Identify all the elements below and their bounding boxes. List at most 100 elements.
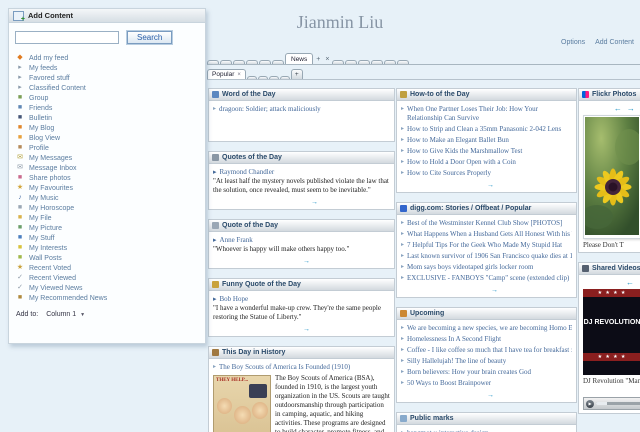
widget-header[interactable]: Quote of the Day [209, 220, 394, 232]
widget-header[interactable]: digg.com: Stories / Offbeat / Popular [397, 203, 576, 215]
play-button[interactable]: ▶ [586, 399, 594, 408]
sidebar-item[interactable]: ■ My Recommended News [16, 293, 205, 303]
howto-item-link[interactable]: ▸ When One Partner Loses Their Job: How … [401, 105, 572, 123]
digg-item-link[interactable]: ▸ What Happens When a Husband Gets All H… [401, 230, 572, 239]
add-content-link[interactable]: Add Content [595, 39, 634, 46]
upcoming-item-link[interactable]: ▸ We are becoming a new species, we are … [401, 324, 572, 333]
digg-item-link[interactable]: ▸ Best of the Westminster Kennel Club Sh… [401, 219, 572, 228]
tab[interactable] [207, 60, 219, 64]
subtab[interactable] [279, 76, 290, 79]
prev-photo-icon[interactable]: ← [614, 104, 622, 113]
flickr-photo[interactable] [581, 115, 640, 239]
sidebar-item[interactable]: ■ Bulletin [16, 113, 205, 123]
tab-news-active[interactable]: News [285, 53, 314, 64]
digg-item-link[interactable]: ▸ 7 Helpful Tips For the Geek Who Made M… [401, 241, 572, 250]
howto-item-link[interactable]: ▸ How to Hold a Door Open with a Coin [401, 158, 572, 167]
history-headline-link[interactable]: ▸ The Boy Scouts of America Is Founded (… [213, 363, 390, 372]
next-page-icon[interactable]: → [303, 325, 310, 333]
widget-header[interactable]: Upcoming [397, 308, 576, 320]
upcoming-item-link[interactable]: ▸ 50 Ways to Boost Brainpower [401, 379, 572, 388]
sidebar-item[interactable]: ■ Share photos [16, 173, 205, 183]
quote-author[interactable]: ▸ Raymond Chandler [213, 168, 390, 176]
upcoming-item-link[interactable]: ▸ Silly Hallelujah! The line of beauty [401, 357, 572, 366]
sidebar-item[interactable]: ✉ My Messages [16, 153, 205, 163]
howto-item-link[interactable]: ▸ How to Make an Elegant Ballet Bun [401, 136, 572, 145]
sidebar-item[interactable]: ■ My Horoscope [16, 203, 205, 213]
sidebar-item[interactable]: ■ Wall Posts [16, 253, 205, 263]
tab[interactable] [345, 60, 358, 64]
add-tab-icon[interactable]: + [314, 56, 322, 64]
widget-header[interactable]: Public marks [397, 413, 576, 425]
close-subtab-icon[interactable]: × [237, 72, 241, 78]
sidebar-item[interactable]: ◆ Add my feed [16, 53, 205, 63]
tab[interactable] [371, 60, 384, 64]
widget-header[interactable]: Funny Quote of the Day [209, 279, 394, 291]
search-button[interactable]: Search [125, 30, 174, 45]
howto-item-link[interactable]: ▸ How to Cite Sources Properly [401, 169, 572, 178]
sidebar-item[interactable]: ▸ Classified Content [16, 83, 205, 93]
subtab-popular-active[interactable]: Popular × [207, 69, 246, 79]
sidebar-item[interactable]: ★ Recent Voted [16, 263, 205, 273]
next-page-icon[interactable]: → [487, 391, 494, 399]
subtab[interactable] [257, 76, 268, 79]
sidebar-item[interactable]: ■ Friends [16, 103, 205, 113]
sidebar-item[interactable]: ✓ Recent Viewed [16, 273, 205, 283]
search-input[interactable] [15, 31, 119, 44]
sidebar-item[interactable]: ▸ My feeds [16, 63, 205, 73]
sidebar-item[interactable]: ■ Group [16, 93, 205, 103]
quote-author[interactable]: ▸ Anne Frank [213, 236, 390, 244]
sidebar-item[interactable]: ■ Blog View [16, 133, 205, 143]
sidebar-item[interactable]: ■ My Picture [16, 223, 205, 233]
tab[interactable] [259, 60, 271, 64]
next-photo-icon[interactable]: → [627, 104, 635, 113]
digg-item-link[interactable]: ▸ EXCLUSIVE - FANBOYS "Camp" scene (exte… [401, 274, 572, 283]
next-page-icon[interactable]: → [487, 181, 494, 189]
upcoming-item-link[interactable]: ▸ Homelessness In A Second Flight [401, 335, 572, 344]
subtab[interactable] [246, 76, 257, 79]
column-select[interactable]: Column 1 ▼ [43, 310, 88, 319]
widget-header[interactable]: This Day in History [209, 347, 394, 359]
next-page-icon[interactable]: → [491, 286, 498, 294]
sidebar-item[interactable]: ✓ My Viewed News [16, 283, 205, 293]
add-content-panel-header[interactable]: Add Content [9, 9, 205, 23]
word-of-day-item[interactable]: ▸ dragoon: Soldier; attack maliciously [213, 105, 390, 114]
sidebar-item[interactable]: ▸ Favored stuff [16, 73, 205, 83]
sidebar-item[interactable]: ✉ Message Inbox [16, 163, 205, 173]
widget-header[interactable]: Quotes of the Day [209, 152, 394, 164]
upcoming-item-link[interactable]: ▸ Born believers: How your brain creates… [401, 368, 572, 377]
subtab[interactable] [268, 76, 279, 79]
widget-header[interactable]: Flickr Photos [579, 89, 640, 101]
quote-author[interactable]: ▸ Bob Hope [213, 295, 390, 303]
tab[interactable] [246, 60, 258, 64]
tab[interactable] [332, 60, 345, 64]
tab[interactable] [220, 60, 232, 64]
tab[interactable] [272, 60, 284, 64]
tab[interactable] [397, 60, 410, 64]
close-tab-icon[interactable]: × [323, 56, 331, 64]
howto-item-link[interactable]: ▸ How to Give Kids the Marshmallow Test [401, 147, 572, 156]
digg-item-link[interactable]: ▸ Mom says boys videotaped girls locker … [401, 263, 572, 272]
sidebar-item[interactable]: ■ Profile [16, 143, 205, 153]
tab[interactable] [358, 60, 371, 64]
video-progress[interactable] [596, 402, 640, 405]
sidebar-item[interactable]: ■ My Interests [16, 243, 205, 253]
history-poster-image[interactable]: THEY HELP... [213, 375, 271, 432]
options-link[interactable]: Options [561, 39, 585, 46]
sidebar-item[interactable]: ■ My Blog [16, 123, 205, 133]
upcoming-item-link[interactable]: ▸ Coffee - I like coffee so much that I … [401, 346, 572, 355]
widget-header[interactable]: Shared Videos [579, 263, 640, 275]
video-thumbnail[interactable]: ★ ★ ★ ★ DJ REVOLUTION ★ ★ ★ ★ [583, 289, 640, 375]
sidebar-item[interactable]: ♪ My Music [16, 193, 205, 203]
add-subtab-icon[interactable]: + [290, 69, 303, 79]
digg-item-link[interactable]: ▸ Last known survivor of 1906 San Franci… [401, 252, 572, 261]
howto-item-link[interactable]: ▸ How to Strip and Clean a 35mm Panasoni… [401, 125, 572, 134]
sidebar-item[interactable]: ★ My Favourites [16, 183, 205, 193]
widget-header[interactable]: How-to of the Day [397, 89, 576, 101]
next-page-icon[interactable]: → [311, 198, 318, 206]
next-page-icon[interactable]: → [303, 257, 310, 265]
widget-header[interactable]: Word of the Day [209, 89, 394, 101]
sidebar-item[interactable]: ■ My File [16, 213, 205, 223]
prev-video-icon[interactable]: ← [626, 278, 634, 287]
tab[interactable] [233, 60, 245, 64]
sidebar-item[interactable]: ■ My Stuff [16, 233, 205, 243]
